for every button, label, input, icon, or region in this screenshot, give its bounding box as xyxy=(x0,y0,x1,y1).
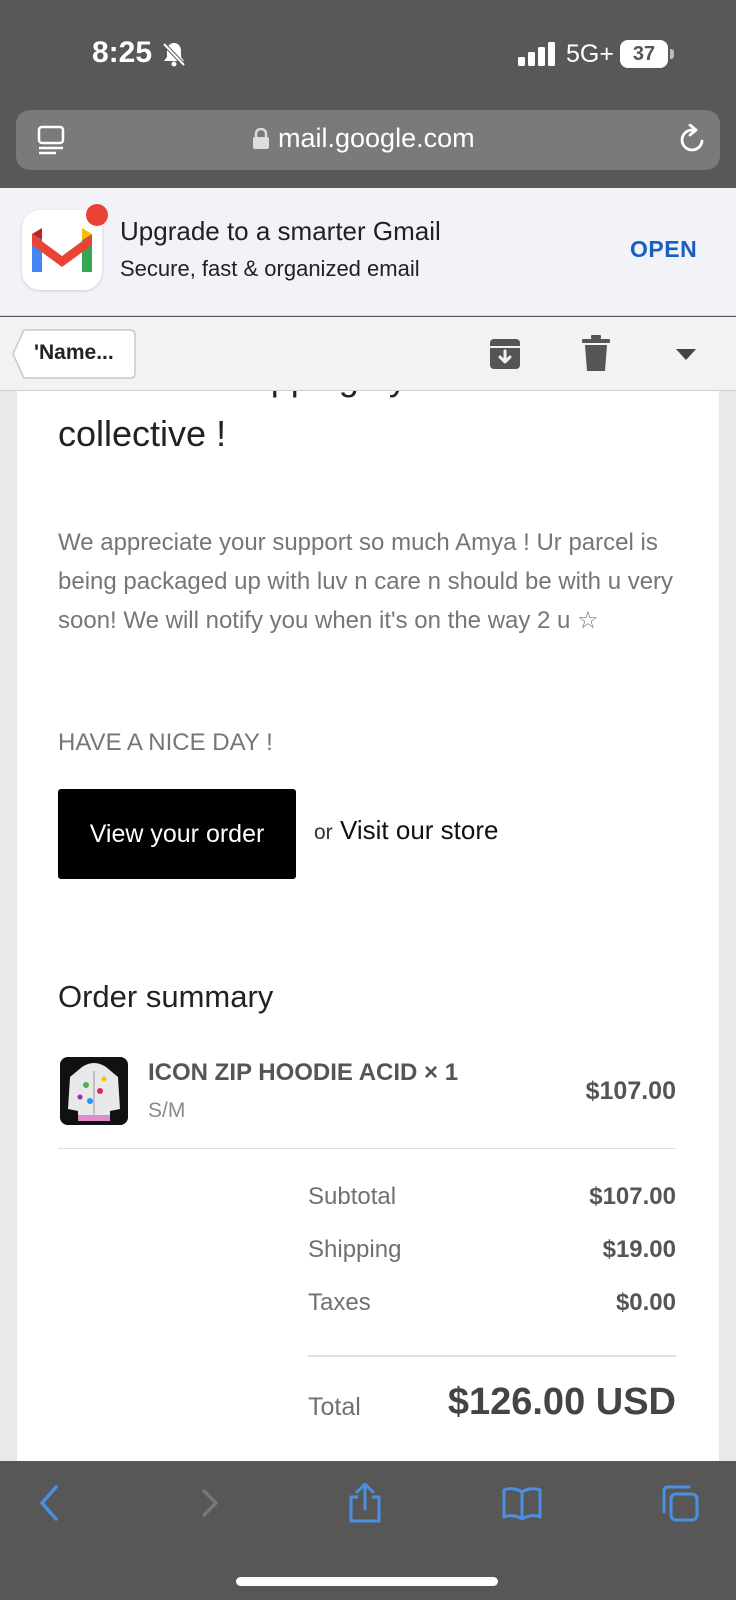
reload-icon[interactable] xyxy=(676,124,708,156)
chevron-down-icon[interactable] xyxy=(676,347,696,361)
back-label: 'Name... xyxy=(34,341,114,364)
status-bar: 8:25 5G+ 37 xyxy=(0,0,736,108)
sign-off: HAVE A NICE DAY ! xyxy=(58,729,273,756)
email-heading-line1: THANK Y stopping by at HAILED xyxy=(58,391,587,399)
trash-icon[interactable] xyxy=(580,334,612,372)
cellular-signal-icon xyxy=(518,42,555,66)
divider xyxy=(58,1148,676,1149)
hoodie-image-icon xyxy=(60,1057,128,1125)
address-bar[interactable]: mail.google.com xyxy=(16,110,720,170)
or-text: or xyxy=(314,821,333,844)
clock: 8:25 xyxy=(92,36,153,69)
product-thumbnail[interactable] xyxy=(60,1057,128,1125)
battery-icon: 37 xyxy=(620,40,668,68)
total-label: Total xyxy=(308,1393,361,1421)
bell-slash-icon xyxy=(162,42,186,67)
reader-mode-icon[interactable] xyxy=(36,124,66,156)
divider xyxy=(308,1355,676,1357)
back-to-inbox-button[interactable]: 'Name... xyxy=(12,329,136,379)
banner-subtitle: Secure, fast & organized email xyxy=(120,256,420,281)
gmail-app-banner: Upgrade to a smarter Gmail Secure, fast … xyxy=(0,188,736,316)
item-name: ICON ZIP HOODIE ACID × 1 xyxy=(148,1059,459,1086)
banner-title: Upgrade to a smarter Gmail xyxy=(120,216,441,246)
forward-arrow-icon[interactable] xyxy=(190,1483,230,1523)
item-price: $107.00 xyxy=(585,1077,676,1105)
open-app-button[interactable]: OPEN xyxy=(630,236,697,263)
email-heading-line2: collective ! xyxy=(58,413,227,454)
archive-icon[interactable] xyxy=(488,337,522,371)
item-variant: S/M xyxy=(148,1099,186,1122)
shipping-value: $19.00 xyxy=(602,1236,676,1263)
home-indicator[interactable] xyxy=(236,1577,498,1586)
url-text[interactable]: mail.google.com xyxy=(278,123,475,154)
total-value: $126.00 USD xyxy=(447,1381,676,1423)
visit-store-link[interactable]: Visit our store xyxy=(340,815,498,846)
tabs-icon[interactable] xyxy=(660,1483,700,1523)
network-type: 5G+ xyxy=(566,40,614,68)
taxes-value: $0.00 xyxy=(615,1289,676,1316)
email-body-area[interactable]: THANK Y stopping by at HAILED collective… xyxy=(0,391,736,1461)
bookmarks-icon[interactable] xyxy=(502,1483,542,1523)
order-summary-title: Order summary xyxy=(58,979,274,1014)
subtotal-label: Subtotal xyxy=(308,1183,397,1210)
battery-tip xyxy=(670,49,674,59)
share-icon[interactable] xyxy=(345,1483,385,1523)
taxes-label: Taxes xyxy=(308,1289,371,1316)
shipping-label: Shipping xyxy=(308,1236,402,1263)
email-message: We appreciate your support so much Amya … xyxy=(58,529,674,634)
view-order-button[interactable]: View your order xyxy=(58,789,296,879)
browser-bottom-toolbar xyxy=(0,1461,736,1600)
lock-icon xyxy=(253,128,269,149)
notification-dot xyxy=(86,204,108,226)
subtotal-value: $107.00 xyxy=(589,1183,676,1210)
back-arrow-icon[interactable] xyxy=(30,1483,70,1523)
email-toolbar: 'Name... xyxy=(0,317,736,391)
